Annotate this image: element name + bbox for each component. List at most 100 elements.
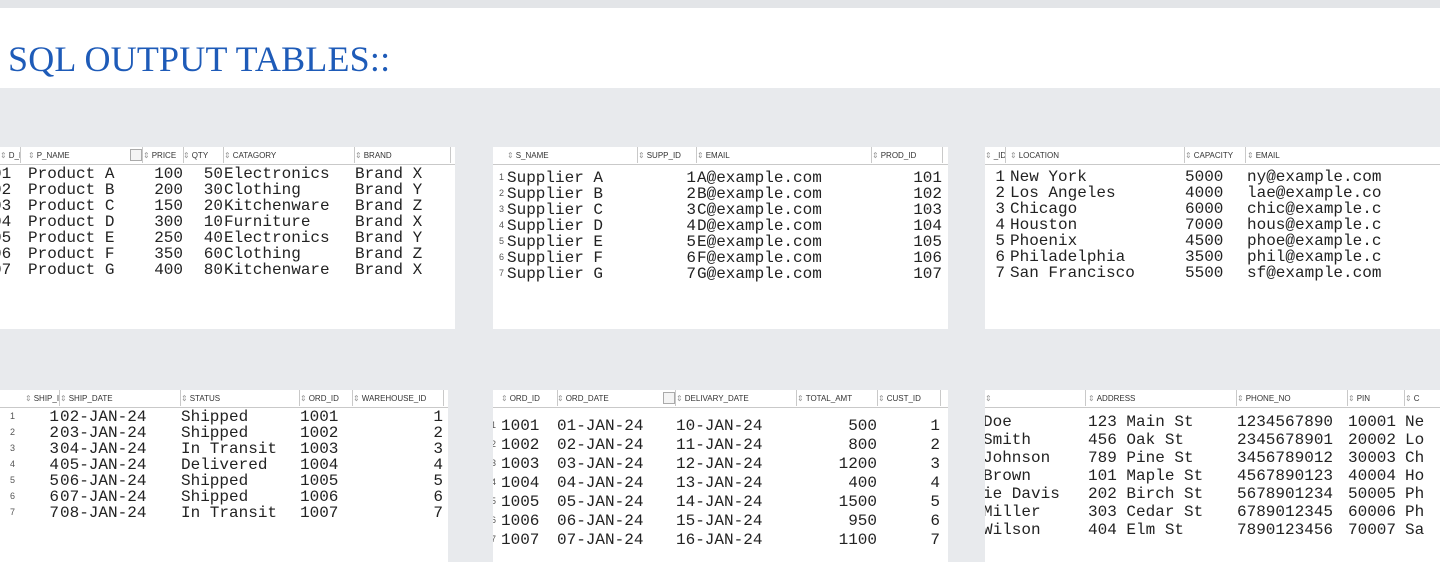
table-cell[interactable]: 5 <box>25 473 59 489</box>
suppliers-column-header[interactable]: ⇕ SUPP_ID <box>638 147 697 163</box>
table-cell[interactable]: 06 <box>0 246 20 262</box>
filter-icon[interactable] <box>130 149 142 161</box>
table-cell[interactable]: hous@example.c <box>1247 217 1440 233</box>
sort-icon[interactable]: ⇕ <box>985 394 992 403</box>
table-cell[interactable]: 02-JAN-24 <box>60 409 180 425</box>
table-row[interactable]: 4 Supplier D 4 D@example.com 104 <box>493 218 948 234</box>
table-row[interactable]: 5 Phoenix 4500 phoe@example.c <box>985 233 1440 249</box>
table-row[interactable]: 04 Product D30010FurnitureBrand X <box>0 214 455 230</box>
table-row[interactable]: 7 1007 07-JAN-24 16-JAN-24 1100 7 <box>493 532 948 548</box>
table-cell[interactable]: 950 <box>797 513 877 529</box>
table-cell[interactable]: 6 <box>878 513 940 529</box>
table-cell[interactable]: 4 <box>25 457 59 473</box>
table-cell[interactable]: Ne <box>1405 414 1440 430</box>
table-cell[interactable]: 1 <box>25 409 59 425</box>
table-cell[interactable]: Brown <box>985 468 1085 484</box>
orders-column-header[interactable]: ⇕ ORD_DATE <box>557 390 676 406</box>
table-cell[interactable]: 1200 <box>797 456 877 472</box>
table-cell[interactable]: phoe@example.c <box>1247 233 1440 249</box>
table-cell[interactable]: 16-JAN-24 <box>676 532 796 548</box>
table-cell[interactable]: 102 <box>872 186 942 202</box>
sort-icon[interactable]: ⇕ <box>878 394 885 403</box>
products-column-header[interactable]: ⇕ PRICE <box>143 147 184 163</box>
table-cell[interactable]: chic@example.c <box>1247 201 1440 217</box>
table-row[interactable]: 1 1001 01-JAN-24 10-JAN-24 500 1 <box>493 418 948 434</box>
suppliers-column-header[interactable]: ⇕ S_NAME <box>507 147 638 163</box>
table-row[interactable]: Smith 456 Oak St 2345678901 20002 Lo <box>985 432 1440 448</box>
table-cell[interactable]: 1005 <box>300 473 352 489</box>
table-cell[interactable]: Clothing <box>224 246 354 262</box>
table-cell[interactable]: Electronics <box>224 230 354 246</box>
table-row[interactable]: 6 Philadelphia 3500 phil@example.c <box>985 249 1440 265</box>
table-cell[interactable]: 1005 <box>501 494 557 510</box>
warehouses-column-header[interactable]: ⇕ LOCATION <box>1010 147 1185 163</box>
table-row[interactable]: 5 Supplier E 5 E@example.com 105 <box>493 234 948 250</box>
table-cell[interactable]: 08-JAN-24 <box>60 505 180 521</box>
table-row[interactable]: Miller 303 Cedar St 6789012345 60006 Ph <box>985 504 1440 520</box>
table-cell[interactable]: 06-JAN-24 <box>60 473 180 489</box>
products-column-header[interactable]: ⇕ BRAND <box>355 147 451 163</box>
table-cell[interactable]: 40 <box>183 230 223 246</box>
table-cell[interactable]: Supplier D <box>507 218 637 234</box>
table-cell[interactable]: 150 <box>143 198 183 214</box>
table-cell[interactable]: phil@example.c <box>1247 249 1440 265</box>
table-cell[interactable]: Supplier F <box>507 250 637 266</box>
table-cell[interactable]: 1004 <box>300 457 352 473</box>
table-cell[interactable]: 2 <box>25 425 59 441</box>
table-cell[interactable]: 07-JAN-24 <box>557 532 675 548</box>
table-cell[interactable]: Shipped <box>181 473 299 489</box>
table-row[interactable]: 4 1004 04-JAN-24 13-JAN-24 400 4 <box>493 475 948 491</box>
table-row[interactable]: 05 Product E25040ElectronicsBrand Y <box>0 230 455 246</box>
warehouses-column-header[interactable]: ⇕ EMAIL <box>1247 147 1440 163</box>
table-cell[interactable]: 1001 <box>300 409 352 425</box>
table-cell[interactable]: 6 <box>25 489 59 505</box>
table-cell[interactable]: Supplier C <box>507 202 637 218</box>
table-cell[interactable]: Product C <box>28 198 142 214</box>
table-cell[interactable]: 5 <box>878 494 940 510</box>
table-cell[interactable]: 789 Pine St <box>1088 450 1236 466</box>
table-cell[interactable]: 1500 <box>797 494 877 510</box>
products-column-header[interactable]: ⇕D_ID <box>0 147 21 163</box>
sort-icon[interactable]: ⇕ <box>1185 151 1192 160</box>
products-column-header[interactable]: ⇕ P_NAME <box>28 147 143 163</box>
table-row[interactable]: 1 1 02-JAN-24 Shipped 1001 1 <box>0 409 448 425</box>
table-cell[interactable]: 400 <box>143 262 183 278</box>
sort-icon[interactable]: ⇕ <box>224 151 231 160</box>
table-cell[interactable]: Brand Z <box>355 246 450 262</box>
orders-column-header[interactable]: ⇕ CUST_ID <box>878 390 941 406</box>
table-cell[interactable]: 15-JAN-24 <box>676 513 796 529</box>
table-row[interactable]: 3 1003 03-JAN-24 12-JAN-24 1200 3 <box>493 456 948 472</box>
table-cell[interactable]: 1234567890 <box>1237 414 1347 430</box>
table-cell[interactable]: Los Angeles <box>1010 185 1184 201</box>
table-cell[interactable]: 800 <box>797 437 877 453</box>
table-cell[interactable]: Supplier A <box>507 170 637 186</box>
sort-icon[interactable]: ⇕ <box>676 394 683 403</box>
table-cell[interactable]: 5 <box>985 233 1005 249</box>
table-cell[interactable]: sf@example.com <box>1247 265 1440 281</box>
table-cell[interactable]: 6 <box>985 249 1005 265</box>
products-column-header[interactable]: ⇕ QTY <box>183 147 224 163</box>
table-cell[interactable]: F@example.com <box>697 250 871 266</box>
sort-icon[interactable]: ⇕ <box>1247 151 1254 160</box>
table-cell[interactable]: 01 <box>0 166 20 182</box>
table-cell[interactable]: 2345678901 <box>1237 432 1347 448</box>
table-cell[interactable]: lae@example.co <box>1247 185 1440 201</box>
table-cell[interactable]: Kitchenware <box>224 198 354 214</box>
table-cell[interactable]: 10-JAN-24 <box>676 418 796 434</box>
table-row[interactable]: 5 5 06-JAN-24 Shipped 1005 5 <box>0 473 448 489</box>
customers-column-header[interactable]: ⇕ PIN <box>1348 390 1405 406</box>
table-cell[interactable]: 40004 <box>1348 468 1404 484</box>
table-row[interactable]: 4 4 05-JAN-24 Delivered 1004 4 <box>0 457 448 473</box>
table-cell[interactable]: Wilson <box>985 522 1085 538</box>
sort-icon[interactable]: ⇕ <box>501 394 508 403</box>
table-cell[interactable]: 6000 <box>1185 201 1245 217</box>
orders-column-header[interactable]: ⇕ ORD_ID <box>501 390 558 406</box>
table-cell[interactable]: 11-JAN-24 <box>676 437 796 453</box>
table-cell[interactable]: New York <box>1010 169 1184 185</box>
table-cell[interactable]: 3500 <box>1185 249 1245 265</box>
table-cell[interactable]: Smith <box>985 432 1085 448</box>
table-cell[interactable]: 5500 <box>1185 265 1245 281</box>
table-cell[interactable]: Product E <box>28 230 142 246</box>
table-row[interactable]: 1 New York 5000 ny@example.com <box>985 169 1440 185</box>
table-cell[interactable]: 456 Oak St <box>1088 432 1236 448</box>
